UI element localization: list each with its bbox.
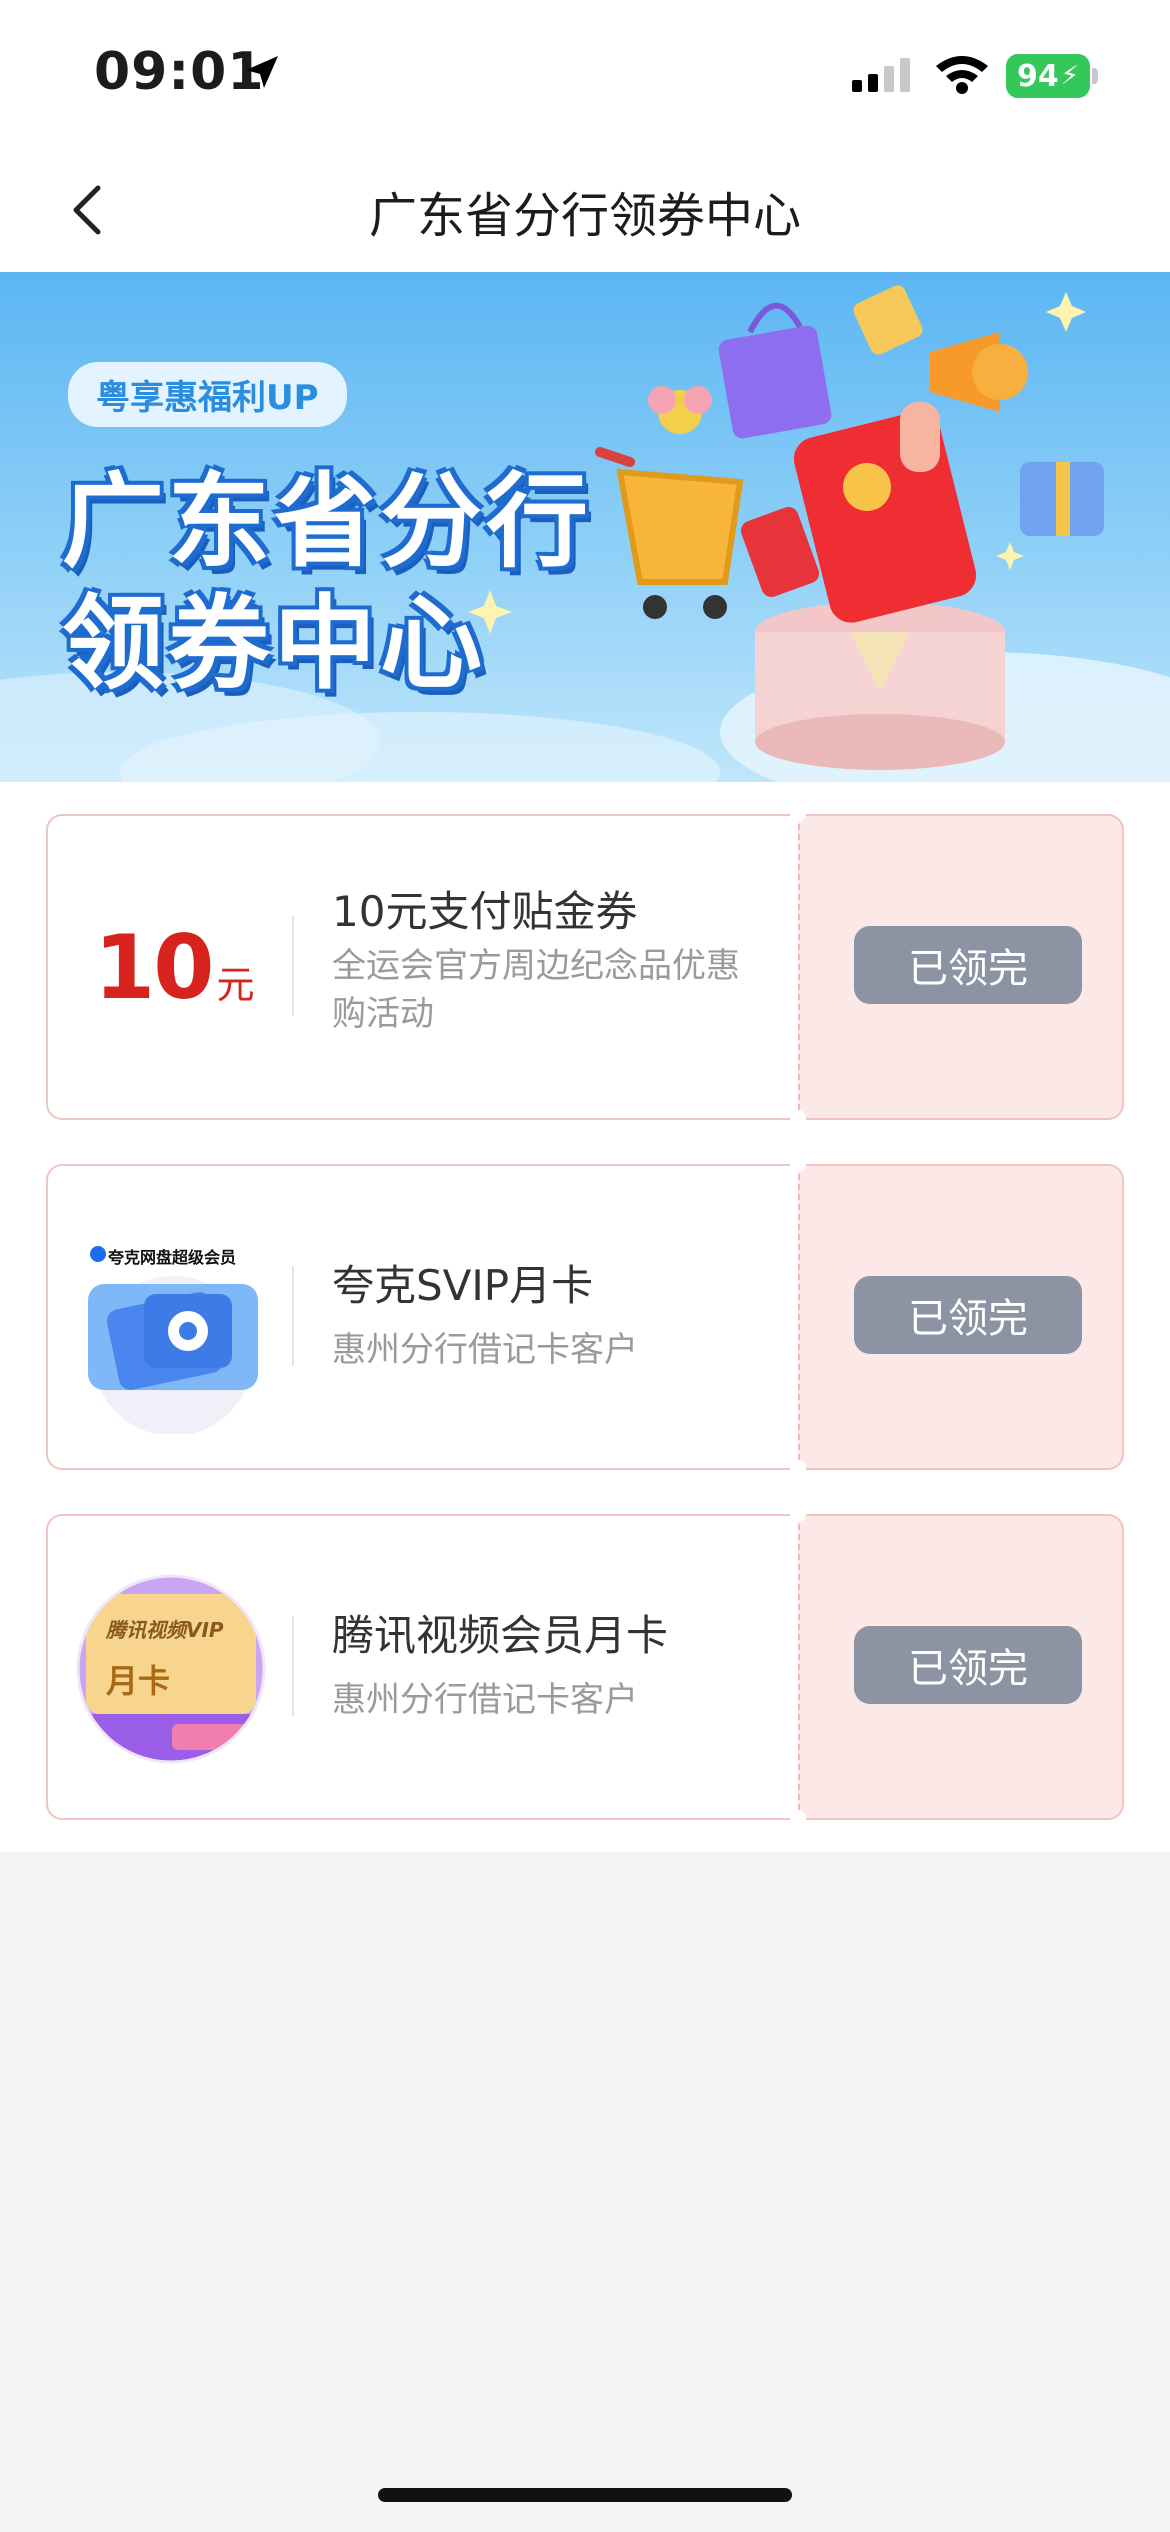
coupon-title: 10元支付贴金券 [332, 887, 638, 936]
coupon-notch [790, 1460, 806, 1476]
coupon-description: 全运会官方周边纪念品优惠购活动 [332, 946, 740, 1034]
coupon-amount: 10 元 [94, 916, 254, 1019]
coupon-title: 夸克SVIP月卡 [332, 1261, 594, 1310]
coupon-info: 夸克网盘超级会员 夸克SVIP月卡 惠州分行借记卡客户 [46, 1164, 800, 1470]
coupon-description: 惠州分行借记卡客户 [332, 1330, 638, 1370]
claimed-button[interactable]: 已领完 [854, 926, 1082, 1004]
coupon-info: 10 元 10元支付贴金券 全运会官方周边纪念品优惠购活动 [46, 814, 800, 1120]
claimed-button[interactable]: 已领完 [854, 1276, 1082, 1354]
thumbnail-label: 夸克网盘超级会员 [108, 1248, 237, 1267]
wifi-icon [936, 56, 988, 94]
coupon-notch [790, 1506, 806, 1522]
cellular-signal-icon [852, 58, 910, 92]
coupon-notch [790, 806, 806, 822]
quark-cloud-icon [88, 1246, 258, 1436]
quark-svip-thumbnail: 夸克网盘超级会员 [78, 1244, 268, 1436]
status-bar: 09:01 94 ⚡ [0, 0, 1170, 150]
page-title: 广东省分行领券中心 [368, 188, 801, 244]
coupon-divider [292, 1266, 294, 1366]
coupon-divider [292, 916, 294, 1016]
coupon-list: 10 元 10元支付贴金券 全运会官方周边纪念品优惠购活动 已领完 夸克网盘超级… [0, 782, 1170, 1852]
coupon-divider [292, 1616, 294, 1716]
banner-tag: 粤享惠福利UP [68, 362, 347, 427]
coupon-info: 腾讯视频VIP 月卡 腾讯视频会员月卡 惠州分行借记卡客户 [46, 1514, 800, 1820]
tencent-video-thumbnail: 腾讯视频VIP 月卡 [76, 1574, 266, 1764]
promo-banner[interactable]: 粤享惠福利UP 广东省分行 领券中心 [0, 272, 1170, 782]
claimed-button[interactable]: 已领完 [854, 1626, 1082, 1704]
location-arrow-icon [246, 56, 278, 88]
coupon-card: 夸克网盘超级会员 夸克SVIP月卡 惠州分行借记卡客户 已领完 [46, 1156, 1124, 1476]
tencent-video-card-icon [76, 1574, 266, 1764]
banner-title-line2: 领券中心 [62, 585, 486, 704]
coupon-notch [790, 1810, 806, 1826]
battery-level: 94 [1016, 58, 1059, 94]
coupon-amount-value: 10 [94, 916, 214, 1019]
status-time: 09:01 [94, 42, 265, 102]
coupon-title: 腾讯视频会员月卡 [332, 1611, 669, 1660]
coupon-card: 10 元 10元支付贴金券 全运会官方周边纪念品优惠购活动 已领完 [46, 806, 1124, 1126]
coupon-card: 腾讯视频VIP 月卡 腾讯视频会员月卡 惠州分行借记卡客户 已领完 [46, 1506, 1124, 1826]
coupon-description: 惠州分行借记卡客户 [332, 1680, 638, 1720]
coupon-notch [790, 1156, 806, 1172]
thumbnail-badge: 月卡 [106, 1662, 171, 1700]
battery-cap [1092, 68, 1098, 84]
home-indicator[interactable] [378, 2488, 792, 2502]
nav-bar: 广东省分行领券中心 [0, 150, 1170, 272]
battery-charging-icon: 94 ⚡ [1006, 54, 1090, 98]
coupon-notch [790, 1110, 806, 1126]
coupon-amount-unit: 元 [216, 963, 255, 1007]
thumbnail-label: 腾讯视频VIP [106, 1618, 224, 1642]
